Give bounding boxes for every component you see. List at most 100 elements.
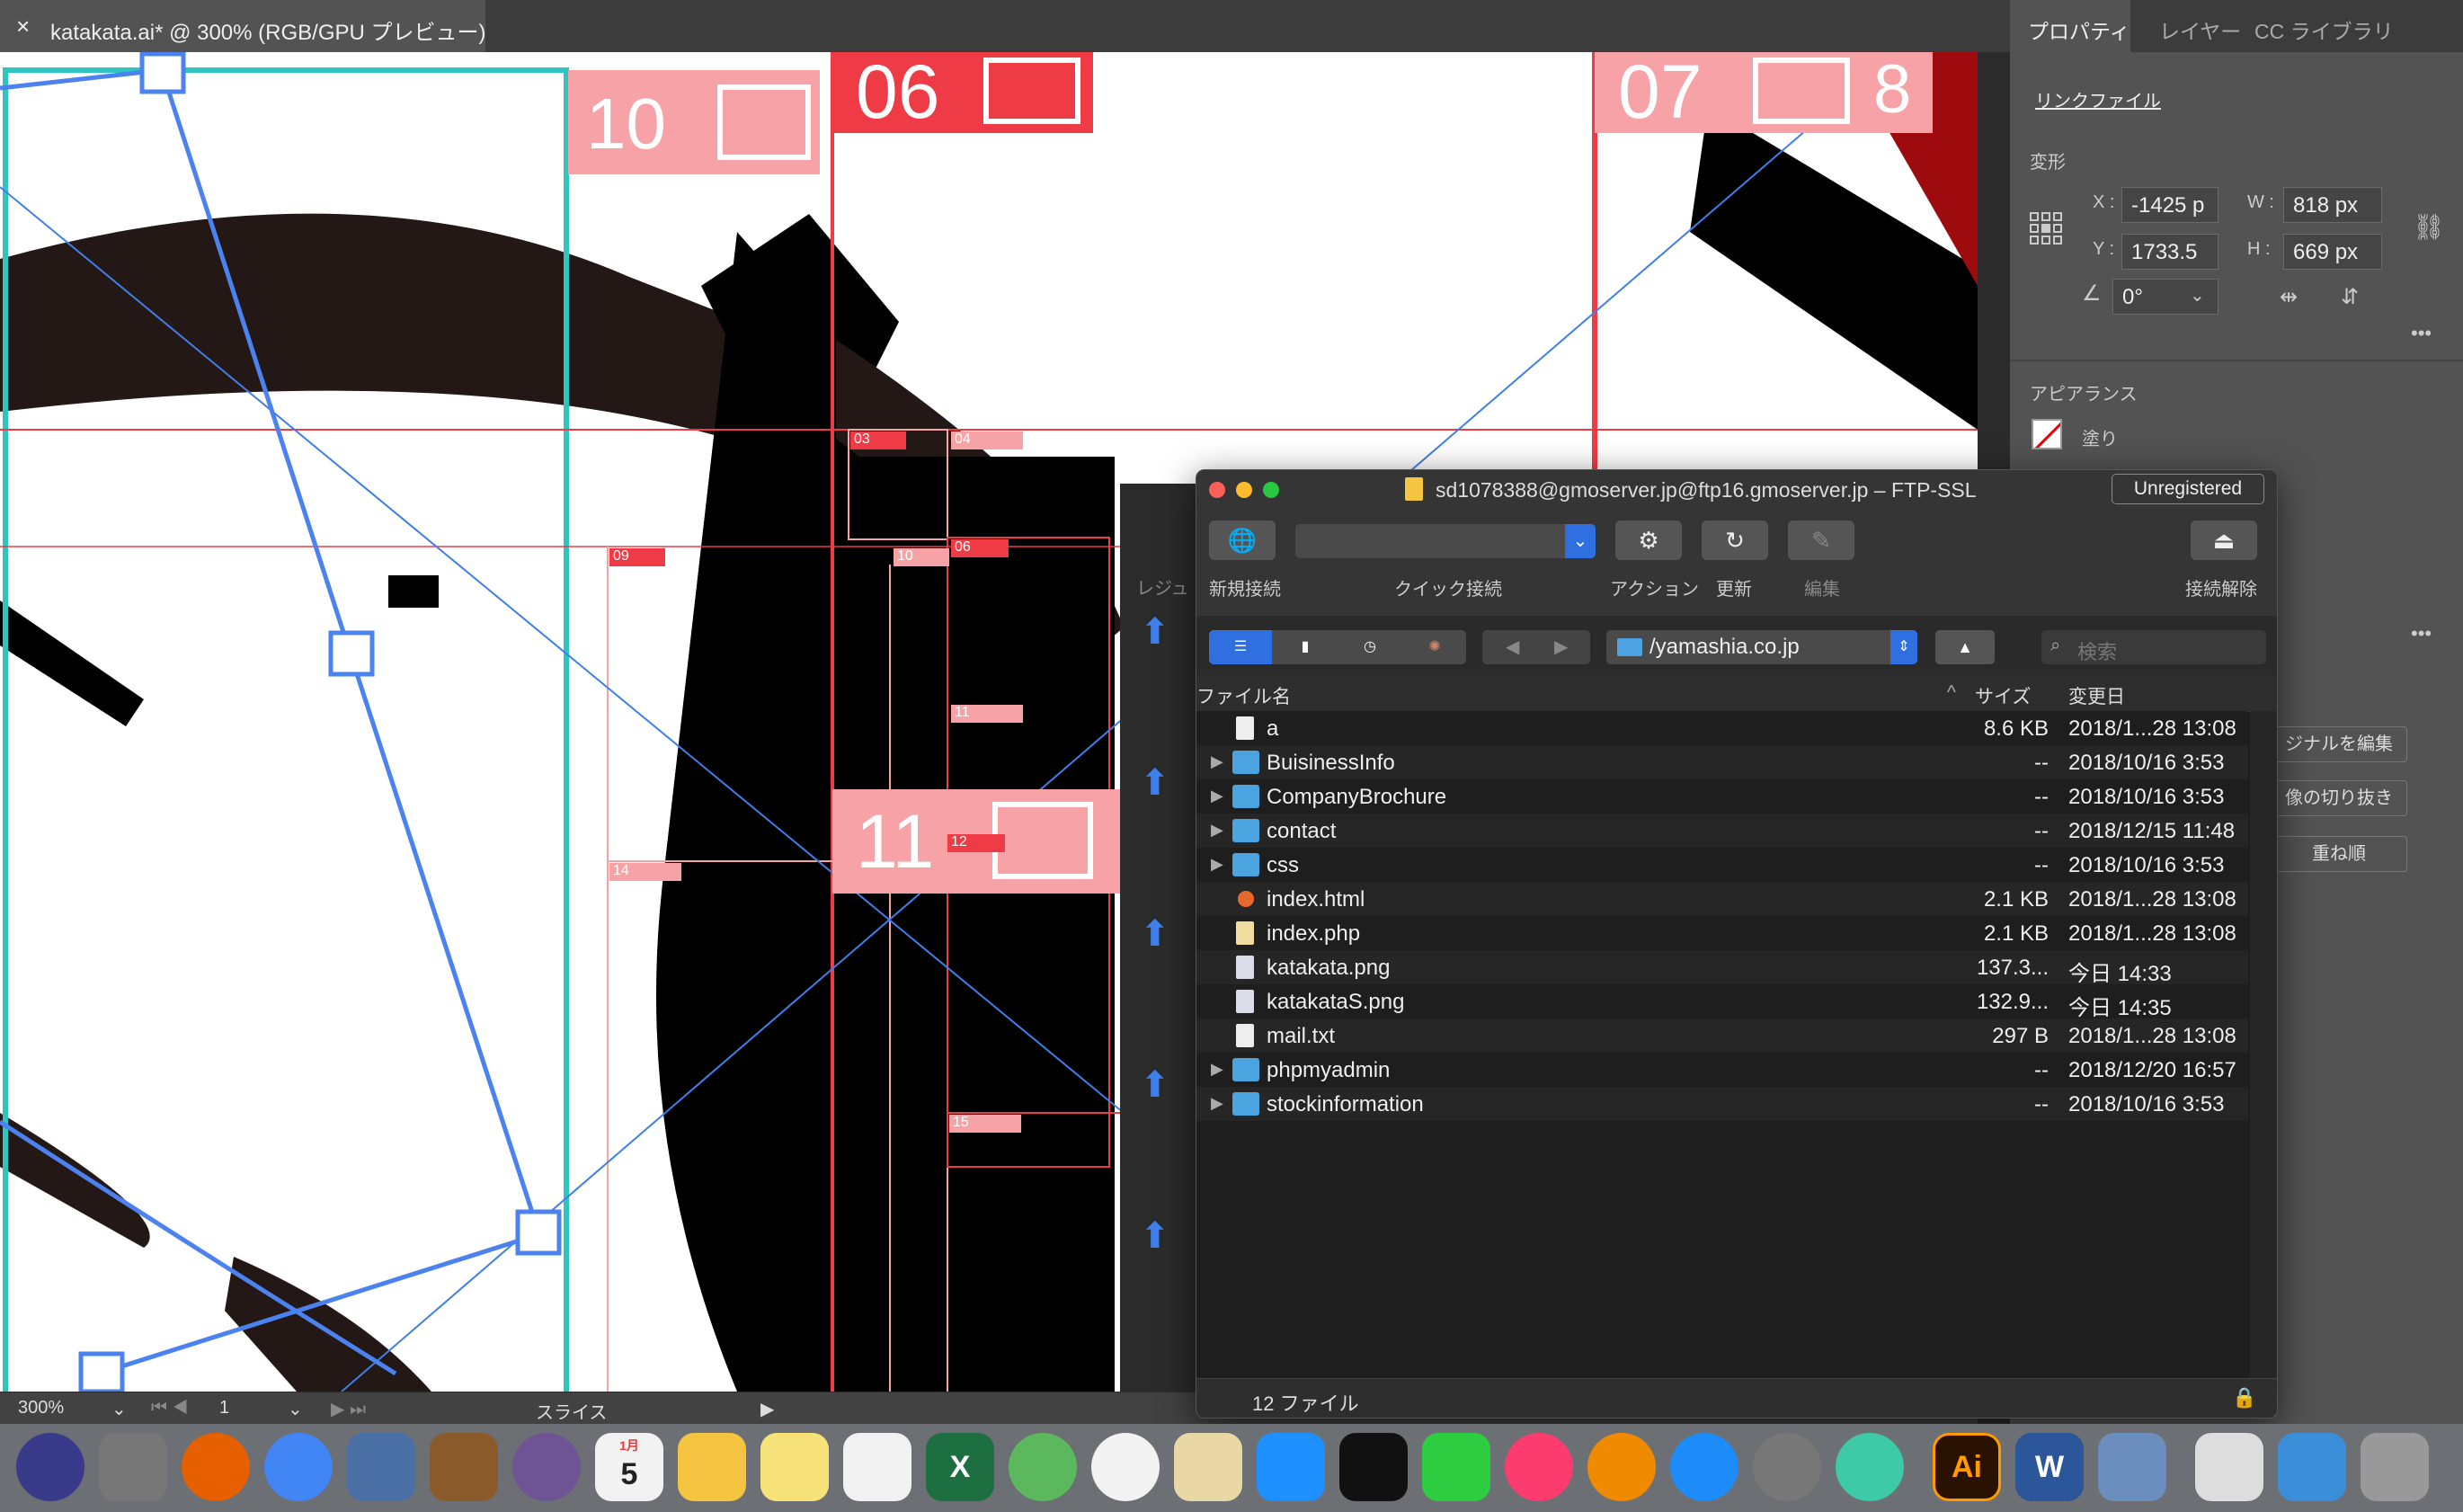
cyberduck-icon[interactable] <box>678 1433 746 1501</box>
refresh-icon[interactable]: ↻ <box>1702 520 1768 560</box>
status-menu-arrow-icon[interactable]: ▶ <box>760 1398 774 1420</box>
upload-arrow-icon[interactable]: ⬆ <box>1140 913 1170 955</box>
disclosure-triangle-icon[interactable]: ▶ <box>1211 855 1223 874</box>
document-tab[interactable]: × katakata.ai* @ 300% (RGB/GPU プレビュー) <box>0 0 486 52</box>
upload-arrow-icon[interactable]: ⬆ <box>1140 762 1170 804</box>
scrollbar-track[interactable] <box>2250 711 2277 1378</box>
maps-icon[interactable] <box>1009 1433 1077 1501</box>
app-store-icon[interactable] <box>1670 1433 1738 1501</box>
column-size[interactable]: サイズ <box>1975 682 2031 709</box>
flip-vertical-icon[interactable]: ⇵ <box>2341 284 2359 310</box>
arrange-button[interactable]: 重ね順 <box>2271 836 2407 872</box>
file-row[interactable]: ▶ CompanyBrochure -- 2018/10/16 3:53 <box>1196 779 2248 814</box>
disclosure-triangle-icon[interactable]: ▶ <box>1211 1060 1223 1079</box>
itunes-icon[interactable] <box>1505 1433 1573 1501</box>
forward-arrow-icon[interactable]: ▶ <box>1554 630 1568 664</box>
zoom-level[interactable]: 300% <box>18 1398 64 1419</box>
upload-arrow-icon[interactable]: ⬆ <box>1140 1064 1170 1106</box>
file-row[interactable]: katakataS.png 132.9... 今日 14:35 <box>1196 984 2248 1020</box>
bookmarks-icon[interactable]: ▮ <box>1274 630 1337 664</box>
appearance-more-icon[interactable]: ••• <box>2411 622 2432 645</box>
crop-image-button[interactable]: 像の切り抜き <box>2271 780 2407 816</box>
notefile-icon[interactable] <box>430 1433 498 1501</box>
constrain-proportions-icon[interactable]: ⛓ <box>2413 212 2445 242</box>
file-row[interactable]: mail.txt 297 B 2018/1...28 13:08 <box>1196 1018 2248 1053</box>
file-row[interactable]: ▶ phpmyadmin -- 2018/12/20 16:57 <box>1196 1053 2248 1087</box>
file-row[interactable]: ▶ contact -- 2018/12/15 11:48 <box>1196 814 2248 848</box>
firefox-icon[interactable] <box>182 1433 250 1501</box>
system-preferences-icon[interactable] <box>1753 1433 1821 1501</box>
edit-original-button[interactable]: ジナルを編集 <box>2271 726 2407 762</box>
flip-horizontal-icon[interactable]: ⇹ <box>2280 284 2298 310</box>
history-icon[interactable]: ◷ <box>1338 630 1401 664</box>
path-dropdown-icon[interactable]: ⇕ <box>1890 630 1917 664</box>
zoom-dropdown-icon[interactable]: ⌄ <box>111 1398 127 1420</box>
edit-pencil-icon[interactable]: ✎ <box>1788 520 1854 560</box>
atom-icon[interactable] <box>1836 1433 1904 1501</box>
reference-point-icon[interactable] <box>2030 212 2062 245</box>
w-field[interactable]: 818 px <box>2283 187 2382 223</box>
disconnect-eject-icon[interactable]: ⏏ <box>2191 520 2257 560</box>
anchor-handle-3[interactable] <box>515 1209 562 1256</box>
fill-none-swatch-icon[interactable] <box>2032 419 2062 449</box>
x-field[interactable]: -1425 p <box>2121 187 2218 223</box>
file-row[interactable]: a 8.6 KB 2018/1...28 13:08 <box>1196 711 2248 745</box>
anchor-handle-2[interactable] <box>328 630 375 677</box>
quick-connect-dropdown-icon[interactable]: ⌄ <box>1565 524 1596 558</box>
file-row[interactable]: ▶ stockinformation -- 2018/10/16 3:53 <box>1196 1087 2248 1121</box>
illustrator-icon[interactable]: Ai <box>1933 1433 2001 1501</box>
close-window-button[interactable] <box>1209 482 1225 498</box>
parent-directory-icon[interactable]: ▲ <box>1935 630 1995 664</box>
sort-ascending-icon[interactable]: ^ <box>1947 682 1956 704</box>
folder-icon[interactable] <box>2278 1433 2346 1501</box>
path-selector[interactable]: /yamashia.co.jp ⇕ <box>1606 630 1917 664</box>
new-connection-icon[interactable]: 🌐 <box>1209 520 1276 560</box>
file-row[interactable]: index.php 2.1 KB 2018/1...28 13:08 <box>1196 916 2248 950</box>
bonjour-icon[interactable]: ✺ <box>1403 630 1466 664</box>
html-file-icon[interactable] <box>2195 1433 2263 1501</box>
upload-arrow-icon[interactable]: ⬆ <box>1140 1215 1170 1257</box>
column-date[interactable]: 変更日 <box>2068 682 2125 709</box>
transform-more-icon[interactable]: ••• <box>2411 322 2432 345</box>
file-row[interactable]: ▶ css -- 2018/10/16 3:53 <box>1196 848 2248 882</box>
browser-view-icon[interactable]: ☰ <box>1209 630 1272 664</box>
calendar-icon[interactable]: 1月 5 <box>595 1433 663 1501</box>
back-forward-buttons[interactable]: ◀ ▶ <box>1482 630 1590 664</box>
github-icon[interactable] <box>512 1433 581 1501</box>
quick-connect-combobox[interactable]: ⌄ <box>1295 524 1596 558</box>
close-tab-icon[interactable]: × <box>16 13 30 40</box>
disclosure-triangle-icon[interactable]: ▶ <box>1211 1094 1223 1113</box>
photos-icon[interactable] <box>1091 1433 1160 1501</box>
disclosure-triangle-icon[interactable]: ▶ <box>1211 787 1223 805</box>
textedit-icon[interactable] <box>1174 1433 1242 1501</box>
tab-layers[interactable]: レイヤー <box>2159 14 2241 45</box>
notes-icon[interactable] <box>760 1433 829 1501</box>
angle-dropdown-icon[interactable]: ⌄ <box>2190 284 2205 307</box>
chrome-icon[interactable] <box>264 1433 333 1501</box>
first-artboard-icon[interactable]: ⏮ ◀ <box>151 1398 188 1419</box>
terminal-icon[interactable] <box>1339 1433 1408 1501</box>
preview-photos-icon[interactable] <box>2098 1433 2166 1501</box>
link-file-link[interactable]: リンクファイル <box>2035 86 2161 112</box>
file-row[interactable]: index.html 2.1 KB 2018/1...28 13:08 <box>1196 882 2248 916</box>
anchor-handle-4[interactable] <box>78 1351 125 1392</box>
column-name[interactable]: ファイル名 <box>1196 682 1291 709</box>
tab-cc-libraries[interactable]: CC ライブラリ <box>2254 14 2394 45</box>
search-field[interactable]: ⌕ 検索 <box>2041 630 2266 664</box>
y-field[interactable]: 1733.5 <box>2121 234 2218 270</box>
messages-icon[interactable] <box>1257 1433 1325 1501</box>
file-row[interactable]: katakata.png 137.3... 今日 14:33 <box>1196 950 2248 986</box>
upload-arrow-icon[interactable]: ⬆ <box>1140 611 1170 653</box>
disclosure-triangle-icon[interactable]: ▶ <box>1211 752 1223 771</box>
back-arrow-icon[interactable]: ◀ <box>1506 630 1519 664</box>
launchpad-icon[interactable] <box>99 1433 167 1501</box>
zoom-window-button[interactable] <box>1263 482 1279 498</box>
action-gear-icon[interactable]: ⚙ <box>1615 520 1682 560</box>
anchor-handle-1[interactable] <box>139 52 186 94</box>
tab-properties[interactable]: プロパティ <box>2028 14 2130 45</box>
preview-icon[interactable] <box>347 1433 415 1501</box>
ibooks-icon[interactable] <box>1587 1433 1656 1501</box>
trash-icon[interactable] <box>2361 1433 2429 1501</box>
last-artboard-icon[interactable]: ▶ ⏭ <box>331 1398 366 1420</box>
artboard-dropdown-icon[interactable]: ⌄ <box>288 1398 303 1420</box>
